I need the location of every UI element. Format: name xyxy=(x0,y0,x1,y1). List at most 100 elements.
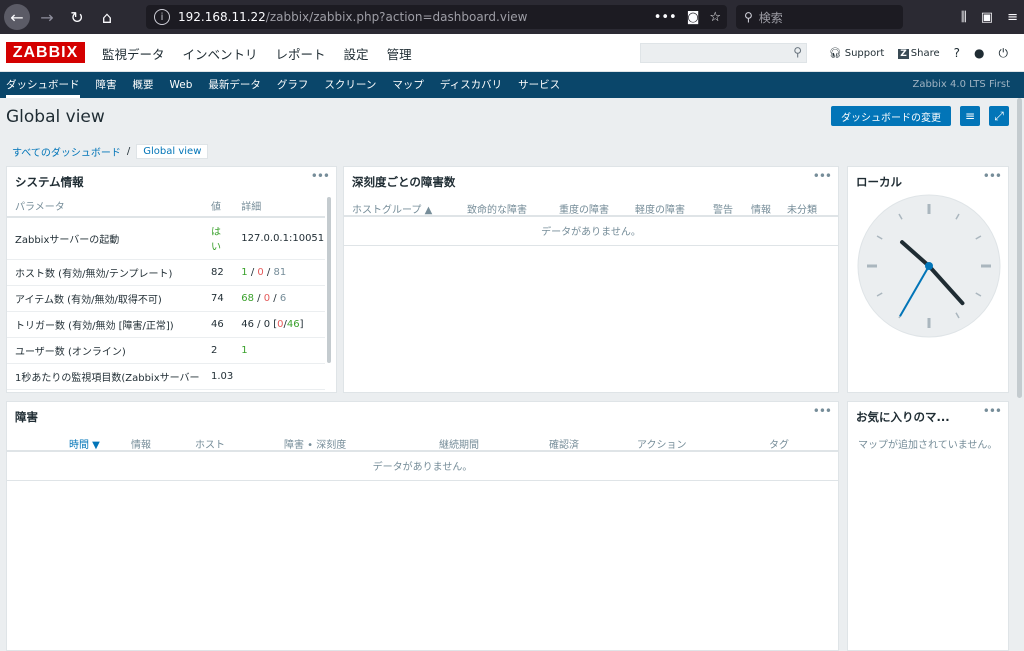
page-scrollbar[interactable] xyxy=(1017,98,1022,398)
share-link[interactable]: Z Share xyxy=(898,47,940,59)
table-header-row: パラメータ 値 詳細 xyxy=(7,195,325,218)
submenu-web[interactable]: Web xyxy=(170,72,193,98)
widget-title: お気に入りのマ... xyxy=(856,410,950,424)
submenu-latest-data[interactable]: 最新データ xyxy=(208,72,261,98)
sub-menu: ダッシュボード 障害 概要 Web 最新データ グラフ スクリーン マップ ディ… xyxy=(0,72,1024,98)
page-actions-icon[interactable]: ••• xyxy=(654,10,677,25)
table-row: トリガー数 (有効/無効 [障害/正常]) 46 46 / 0 [0/46] xyxy=(7,311,325,338)
detail-cell: 127.0.0.1:10051 xyxy=(233,217,325,260)
value-cell: 82 xyxy=(203,259,234,286)
home-icon[interactable]: ⌂ xyxy=(94,4,120,30)
browser-search-placeholder: 検索 xyxy=(758,10,783,25)
menu-reports[interactable]: レポート xyxy=(276,44,326,63)
value-cell: 46 xyxy=(203,311,234,338)
bookmark-star-icon[interactable]: ☆ xyxy=(709,10,721,25)
search-icon: ⚲ xyxy=(744,10,753,24)
site-info-icon[interactable]: i xyxy=(154,9,170,25)
dashboard-menu-button[interactable]: ≡ xyxy=(960,106,980,126)
share-z-icon: Z xyxy=(898,48,909,59)
widget-title: システム情報 xyxy=(15,175,84,189)
column-header: 確認済 xyxy=(549,440,579,451)
widget-menu-icon[interactable]: ••• xyxy=(983,404,1002,418)
column-header: 警告 xyxy=(713,205,733,216)
edit-dashboard-button[interactable]: ダッシュボードの変更 xyxy=(831,106,951,126)
back-arrow-icon[interactable]: ← xyxy=(4,4,30,30)
menu-monitoring[interactable]: 監視データ xyxy=(102,44,165,63)
menu-administration[interactable]: 管理 xyxy=(387,44,412,63)
widget-menu-icon[interactable]: ••• xyxy=(983,169,1002,183)
share-label: Share xyxy=(910,47,940,59)
widget-menu-icon[interactable]: ••• xyxy=(813,169,832,183)
breadcrumb-current[interactable]: Global view xyxy=(136,143,209,159)
detail-cell: 68 / 0 / 6 xyxy=(233,285,325,312)
submenu-problems[interactable]: 障害 xyxy=(96,72,117,98)
breadcrumb-all-dashboards[interactable]: すべてのダッシュボード xyxy=(12,144,121,159)
page-title: Global view xyxy=(6,107,105,127)
problem-count: 0 xyxy=(277,318,284,330)
browser-search-field[interactable]: ⚲ 検索 xyxy=(736,5,903,29)
zabbix-logo[interactable]: ZABBIX xyxy=(6,42,85,63)
enabled-count: 68 xyxy=(241,292,254,304)
widget-menu-icon[interactable]: ••• xyxy=(813,404,832,418)
value-cell: はい xyxy=(203,217,234,260)
template-count: 81 xyxy=(273,266,287,278)
enabled-count: 1 xyxy=(241,266,248,278)
submenu-dashboard[interactable]: ダッシュボード xyxy=(6,72,80,98)
submenu-screens[interactable]: スクリーン xyxy=(324,72,376,98)
column-header: 値 xyxy=(203,195,234,218)
url-text[interactable]: 192.168.11.22/zabbix/zabbix.php?action=d… xyxy=(178,10,527,24)
column-header: パラメータ xyxy=(7,195,203,218)
submenu-services[interactable]: サービス xyxy=(518,72,560,98)
column-header: 重度の障害 xyxy=(559,205,609,216)
value-cell: 2 xyxy=(203,337,234,364)
fullscreen-button[interactable]: ⤢ xyxy=(989,106,1009,126)
no-data-message: データがありません。 xyxy=(344,220,838,246)
column-header: 致命的な障害 xyxy=(467,205,527,216)
column-header: 継続期間 xyxy=(439,440,479,451)
widget-title: 深刻度ごとの障害数 xyxy=(352,175,456,189)
submenu-discovery[interactable]: ディスカバリ xyxy=(440,72,502,98)
support-link[interactable]: 🎧︎ Support xyxy=(829,48,884,59)
menu-configuration[interactable]: 設定 xyxy=(344,44,369,63)
submenu-graphs[interactable]: グラフ xyxy=(277,72,309,98)
ok-count: 46 xyxy=(286,318,300,330)
global-search-input[interactable]: ⚲ xyxy=(640,43,807,63)
submenu-overview[interactable]: 概要 xyxy=(133,72,154,98)
library-icon[interactable]: ⫼ xyxy=(961,10,967,25)
table-header-row: 時間 ▼ 情報 ホスト 障害 • 深刻度 継続期間 確認済 アクション タグ xyxy=(7,432,838,452)
param-cell: 1秒あたりの監視項目数(Zabbixサーバー xyxy=(7,363,203,390)
main-menu: 監視データ インベントリ レポート 設定 管理 xyxy=(102,34,430,72)
detail-cell: 1 xyxy=(233,337,325,364)
user-profile-icon[interactable]: ● xyxy=(974,46,984,60)
widget-menu-icon[interactable]: ••• xyxy=(311,169,330,183)
disabled-count: 0 xyxy=(257,266,264,278)
column-header: 軽度の障害 xyxy=(635,205,685,216)
menu-inventory[interactable]: インベントリ xyxy=(183,44,258,63)
column-header-time[interactable]: 時間 ▼ xyxy=(69,436,100,451)
zabbix-header: ZABBIX 監視データ インベントリ レポート 設定 管理 ⚲ 🎧︎ Supp… xyxy=(0,34,1024,72)
submenu-maps[interactable]: マップ xyxy=(392,72,424,98)
menu-icon[interactable]: ≡ xyxy=(1007,10,1018,25)
sign-out-icon[interactable]: ⏻ xyxy=(999,46,1009,61)
pocket-icon[interactable]: ◙ xyxy=(687,10,700,25)
widget-scrollbar[interactable] xyxy=(327,197,331,363)
param-cell: トリガー数 (有効/無効 [障害/正常]) xyxy=(7,311,203,338)
table-header-row: ホストグループ ▲ 致命的な障害 重度の障害 軽度の障害 警告 情報 未分類 xyxy=(344,197,838,217)
column-header: アクション xyxy=(637,440,687,451)
detail-cell: 1 / 0 / 81 xyxy=(233,259,325,286)
param-cell: ホスト数 (有効/無効/テンプレート) xyxy=(7,259,203,286)
search-icon[interactable]: ⚲ xyxy=(793,45,802,59)
detail-cell: 46 / 0 [0/46] xyxy=(233,311,325,338)
forward-arrow-icon[interactable]: → xyxy=(34,4,60,30)
reload-icon[interactable]: ↻ xyxy=(64,4,90,30)
fullscreen-icon: ⤢ xyxy=(994,108,1004,123)
no-data-message: データがありません。 xyxy=(7,455,838,481)
clock-center xyxy=(925,262,933,270)
widget-problems: 障害 ••• 時間 ▼ 情報 ホスト 障害 • 深刻度 継続期間 確認済 アクシ… xyxy=(6,401,839,651)
column-header-host-group[interactable]: ホストグループ ▲ xyxy=(352,201,432,216)
help-icon[interactable]: ? xyxy=(954,46,960,60)
disabled-count: 0 xyxy=(263,292,271,304)
address-bar[interactable]: i 192.168.11.22/zabbix/zabbix.php?action… xyxy=(146,5,727,29)
sidebar-icon[interactable]: ▣ xyxy=(981,10,993,25)
column-header: タグ xyxy=(769,440,789,451)
